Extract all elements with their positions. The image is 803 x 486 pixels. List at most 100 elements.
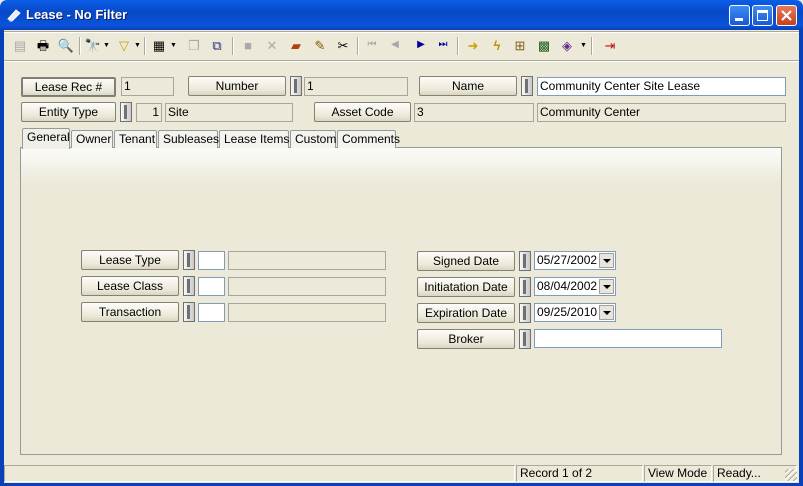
- lease-app-icon: [7, 9, 21, 22]
- broker-button[interactable]: Broker: [417, 329, 515, 349]
- asset-code-field: 3: [414, 103, 534, 122]
- lookup-indicator-icon[interactable]: [290, 76, 302, 96]
- tab-custom[interactable]: Custom: [290, 130, 336, 148]
- transaction-button[interactable]: Transaction: [81, 302, 179, 322]
- toolbar-separator: [591, 37, 593, 55]
- signed-date-picker[interactable]: 05/27/2002: [534, 251, 616, 270]
- close-icon: [781, 10, 792, 21]
- expiration-date-picker[interactable]: 09/25/2010: [534, 303, 616, 322]
- name-field[interactable]: Community Center Site Lease: [537, 77, 786, 96]
- books-icon[interactable]: ▰: [286, 35, 306, 55]
- initiation-date-button[interactable]: Initiatation Date: [417, 277, 515, 297]
- lease-rec-field: 1: [121, 77, 174, 96]
- broker-input[interactable]: [534, 329, 722, 348]
- next-record-icon[interactable]: ▶: [411, 35, 431, 55]
- delete-icon[interactable]: ✕: [262, 35, 282, 55]
- exit-icon[interactable]: ⇥: [600, 35, 620, 55]
- transaction-description: [228, 303, 386, 322]
- number-button[interactable]: Number: [188, 76, 286, 96]
- window-frame-right: [799, 30, 803, 486]
- lookup-indicator-icon[interactable]: [183, 302, 195, 322]
- cut-icon[interactable]: ✂: [333, 35, 353, 55]
- lease-rec-button[interactable]: Lease Rec #: [21, 77, 116, 97]
- toolbar-separator: [79, 37, 81, 55]
- filter-icon[interactable]: ▽: [114, 35, 134, 55]
- lease-type-code-input[interactable]: [198, 251, 225, 270]
- tab-lease-items[interactable]: Lease Items: [219, 130, 289, 148]
- chevron-down-icon[interactable]: [599, 305, 614, 320]
- save-icon[interactable]: ■: [238, 35, 258, 55]
- tab-tenant[interactable]: Tenant: [114, 130, 157, 148]
- signed-date-button[interactable]: Signed Date: [417, 251, 515, 271]
- name-button[interactable]: Name: [419, 76, 517, 96]
- book-menu-icon[interactable]: ◈: [557, 35, 577, 55]
- book-menu-dropdown-icon[interactable]: ▼: [580, 35, 587, 55]
- report-icon[interactable]: ▦: [149, 35, 169, 55]
- status-mode: View Mode: [644, 465, 712, 482]
- entity-type-button[interactable]: Entity Type: [21, 102, 116, 122]
- lease-class-description: [228, 277, 386, 296]
- resize-grip-icon[interactable]: [785, 469, 797, 481]
- asset-code-description: Community Center: [537, 103, 786, 122]
- status-bar: Record 1 of 2 View Mode Ready...: [4, 463, 799, 483]
- copy-record-icon[interactable]: ❐: [184, 35, 204, 55]
- duplicate-icon[interactable]: ⧉: [207, 35, 227, 55]
- toolbar-separator: [144, 37, 146, 55]
- status-message: [4, 465, 515, 482]
- new-record-icon[interactable]: ▤: [10, 35, 30, 55]
- expiration-date-value: 09/25/2010: [537, 305, 598, 319]
- transaction-code-input[interactable]: [198, 303, 225, 322]
- tree-icon[interactable]: ⊞: [510, 35, 530, 55]
- title-bar[interactable]: Lease - No Filter: [0, 0, 803, 30]
- lease-class-button[interactable]: Lease Class: [81, 276, 179, 296]
- lookup-indicator-icon[interactable]: [120, 102, 132, 122]
- chevron-down-icon[interactable]: [599, 279, 614, 294]
- calculator-icon[interactable]: ▩: [534, 35, 554, 55]
- search-dropdown-icon[interactable]: ▼: [103, 35, 110, 55]
- toolbar-separator: [457, 37, 459, 55]
- toolbar-separator: [357, 37, 359, 55]
- tab-general[interactable]: General: [22, 128, 70, 149]
- chevron-down-icon[interactable]: [599, 253, 614, 268]
- minimize-icon: [735, 18, 743, 21]
- lookup-indicator-icon[interactable]: [519, 329, 531, 349]
- toolbar-bottom-divider: [4, 60, 799, 62]
- first-record-icon[interactable]: ⏮: [362, 35, 382, 55]
- lookup-indicator-icon[interactable]: [183, 276, 195, 296]
- goto-icon[interactable]: ➜: [463, 35, 483, 55]
- search-icon[interactable]: 🔭: [83, 35, 103, 55]
- close-button[interactable]: [776, 5, 797, 26]
- lookup-indicator-icon[interactable]: [521, 76, 533, 96]
- maximize-icon: [757, 10, 768, 21]
- window-title: Lease - No Filter: [26, 7, 128, 22]
- initiation-date-value: 08/04/2002: [537, 279, 598, 293]
- lease-type-button[interactable]: Lease Type: [81, 250, 179, 270]
- window-frame-left: [0, 30, 4, 486]
- previous-record-icon[interactable]: ◀: [385, 35, 405, 55]
- lightning-icon[interactable]: ϟ: [487, 35, 507, 55]
- asset-code-button[interactable]: Asset Code: [314, 102, 411, 122]
- entity-type-field: Site: [165, 103, 293, 122]
- minimize-button[interactable]: [729, 5, 750, 26]
- lookup-indicator-icon[interactable]: [519, 251, 531, 271]
- initiation-date-picker[interactable]: 08/04/2002: [534, 277, 616, 296]
- tab-owner[interactable]: Owner: [71, 130, 113, 148]
- print-icon[interactable]: 🖶: [33, 35, 53, 55]
- filter-dropdown-icon[interactable]: ▼: [134, 35, 141, 55]
- last-record-icon[interactable]: ⏭: [433, 35, 453, 55]
- edit-pencil-icon[interactable]: ✎: [310, 35, 330, 55]
- lookup-indicator-icon[interactable]: [183, 250, 195, 270]
- number-field: 1: [304, 77, 408, 96]
- entity-type-code-field: 1: [136, 103, 162, 122]
- tab-comments[interactable]: Comments: [337, 130, 400, 148]
- tab-subleases[interactable]: Subleases: [158, 130, 219, 148]
- toolbar-top-divider: [4, 31, 799, 33]
- report-dropdown-icon[interactable]: ▼: [170, 35, 177, 55]
- lease-class-code-input[interactable]: [198, 277, 225, 296]
- expiration-date-button[interactable]: Expiration Date: [417, 303, 515, 323]
- lookup-indicator-icon[interactable]: [519, 303, 531, 323]
- print-preview-icon[interactable]: 🔍: [56, 35, 76, 55]
- maximize-button[interactable]: [752, 5, 773, 26]
- lookup-indicator-icon[interactable]: [519, 277, 531, 297]
- status-record-count: Record 1 of 2: [516, 465, 643, 482]
